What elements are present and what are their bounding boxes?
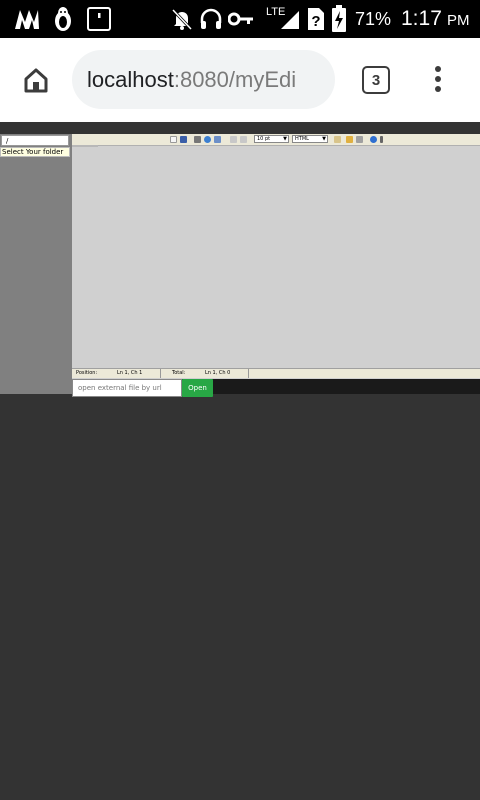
help-icon[interactable] <box>370 136 377 143</box>
position-label: Position: <box>76 370 98 376</box>
pencil-icon[interactable] <box>346 136 353 143</box>
headset-icon <box>199 7 223 31</box>
code-editor[interactable]: 10 pt ▼ HTML ▼ Position: Ln 1, Ch 1 Total:… <box>72 134 480 379</box>
more-vert-icon[interactable] <box>428 66 448 94</box>
font-size-value: 10 pt <box>257 136 271 142</box>
syntax-select[interactable]: HTML ▼ <box>292 135 328 143</box>
eraser-icon[interactable] <box>356 136 363 143</box>
select-folder-tooltip[interactable]: Select Your folder <box>0 147 70 157</box>
url-host: localhost <box>87 67 174 92</box>
signal-icon <box>280 10 300 30</box>
sim-unknown-icon: ? <box>306 6 326 32</box>
cursor-icon[interactable] <box>380 136 383 143</box>
search-icon[interactable] <box>194 136 201 143</box>
battery-percent: 71% <box>355 9 392 29</box>
muted-bell-icon <box>170 7 194 31</box>
status-divider <box>160 369 161 378</box>
svg-text:?: ? <box>311 13 320 30</box>
clock-time: 1:17 <box>401 7 442 30</box>
status-divider <box>248 369 249 378</box>
url-text: localhost:8080/myEdi <box>87 67 296 93</box>
font-size-select[interactable]: 10 pt ▼ <box>254 135 289 143</box>
save-icon[interactable] <box>180 136 187 143</box>
maps-icon <box>14 8 40 30</box>
undo-icon[interactable] <box>230 136 237 143</box>
folder-path-input[interactable]: / <box>1 135 69 146</box>
chevron-down-icon: ▼ <box>283 136 287 142</box>
open-button[interactable]: Open <box>182 379 213 397</box>
fullscreen-icon[interactable] <box>214 136 221 143</box>
editor-toolbar: 10 pt ▼ HTML ▼ <box>72 134 480 146</box>
external-url-input[interactable]: open external file by url <box>72 379 182 397</box>
tab-switcher-button[interactable]: 3 <box>362 66 390 94</box>
highlight-icon[interactable] <box>334 136 341 143</box>
status-bar: LTE ? 71% 1:17 PM <box>0 0 480 38</box>
folder-sidebar: / Select Your folder <box>0 134 72 394</box>
address-bar[interactable]: localhost:8080/myEdi <box>72 50 335 109</box>
clock-ampm: PM <box>447 12 470 29</box>
browser-toolbar: localhost:8080/myEdi 3 <box>0 38 480 122</box>
key-icon <box>228 10 254 28</box>
position-value: Ln 1, Ch 1 <box>117 370 143 376</box>
editor-status-bar: Position: Ln 1, Ch 1 Total: Ln 1, Ch 0 <box>72 368 480 378</box>
screen-icon <box>87 7 111 31</box>
home-icon <box>24 68 48 93</box>
syntax-value: HTML <box>295 136 309 142</box>
new-file-icon[interactable] <box>170 136 177 143</box>
chevron-down-icon: ▼ <box>322 136 326 142</box>
total-value: Ln 1, Ch 0 <box>205 370 231 376</box>
redo-icon[interactable] <box>240 136 247 143</box>
home-button[interactable] <box>18 62 54 98</box>
refresh-icon[interactable] <box>204 136 211 143</box>
total-label: Total: <box>172 370 186 376</box>
penguin-icon <box>53 6 73 32</box>
battery-charging-icon <box>331 5 347 33</box>
url-path: :8080/myEdi <box>173 67 297 92</box>
editor-tab-strip <box>72 145 98 147</box>
page-header-strip <box>0 122 480 134</box>
